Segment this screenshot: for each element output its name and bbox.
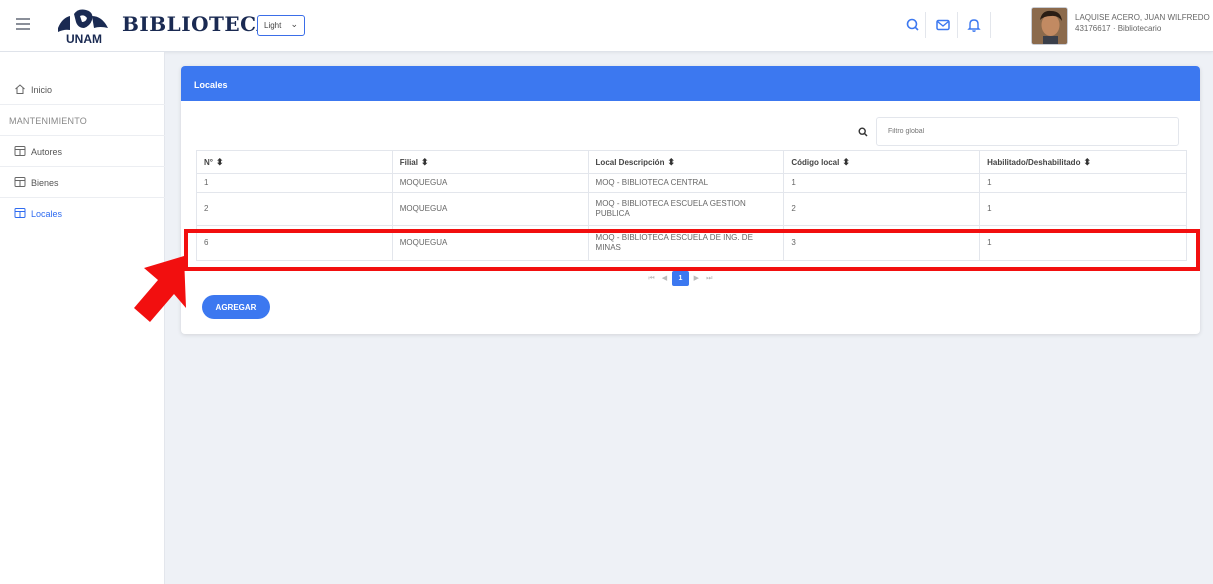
locales-card: Locales N°⬍ Filial⬍ Local Descripción⬍ C… bbox=[181, 66, 1200, 334]
table-row[interactable]: 2 MOQUEGUA MOQ - BIBLIOTECA ESCUELA GEST… bbox=[196, 192, 1187, 226]
column-header-label: N° bbox=[204, 157, 213, 167]
add-button[interactable]: AGREGAR bbox=[202, 295, 270, 319]
sort-icon[interactable]: ⬍ bbox=[667, 157, 675, 167]
column-header-numero[interactable]: N° ⬍ bbox=[196, 150, 393, 174]
column-header-filial[interactable]: Filial ⬍ bbox=[391, 150, 589, 174]
table-cell: MOQ - BIBLIOTECA CENTRAL bbox=[587, 173, 785, 193]
paginator: ⏮ ◀ 1 ▶ ⏭ bbox=[646, 271, 715, 286]
table-cell: 1 bbox=[979, 192, 1187, 226]
sort-icon[interactable]: ⬍ bbox=[842, 157, 850, 167]
prev-page-button[interactable]: ◀ bbox=[659, 274, 670, 282]
header-divider bbox=[925, 12, 926, 38]
menu-icon[interactable] bbox=[16, 18, 30, 30]
user-info: LAQUISE ACERO, JUAN WILFREDO 43176617 · … bbox=[1075, 12, 1210, 34]
theme-select[interactable]: Light ⌄ bbox=[257, 15, 305, 36]
header-divider bbox=[990, 12, 991, 38]
table-header-row: N° ⬍ Filial ⬍ Local Descripción ⬍ Código lo… bbox=[196, 150, 1187, 174]
logo-text: UNAM bbox=[66, 32, 102, 46]
card-title: Locales bbox=[181, 66, 1200, 101]
app-title: BIBLIOTECA bbox=[122, 12, 258, 36]
mail-icon[interactable] bbox=[934, 16, 952, 34]
sidebar-item-label: Autores bbox=[31, 147, 63, 157]
sidebar-item-inicio[interactable]: Inicio bbox=[0, 74, 165, 105]
header-divider bbox=[957, 12, 958, 38]
column-header-label: Habilitado/Deshabilitado bbox=[987, 157, 1081, 167]
column-header-codigo[interactable]: Código local ⬍ bbox=[783, 150, 981, 174]
table-cell: 2 bbox=[783, 192, 981, 226]
highlight-box bbox=[184, 229, 1200, 271]
sidebar-item-label: Bienes bbox=[31, 178, 59, 188]
table-cell: MOQUEGUA bbox=[391, 192, 589, 226]
table-cell: MOQUEGUA bbox=[391, 173, 589, 193]
sidebar-section-label: MANTENIMIENTO bbox=[9, 116, 87, 126]
column-header-label: Filial bbox=[399, 157, 418, 167]
pointer-arrow-icon bbox=[134, 256, 186, 322]
chevron-down-icon: ⌄ bbox=[290, 19, 298, 29]
table-cell: MOQ - BIBLIOTECA ESCUELA GESTION PUBLICA bbox=[587, 192, 785, 226]
global-filter-input[interactable] bbox=[876, 117, 1179, 146]
avatar[interactable] bbox=[1031, 7, 1068, 45]
search-icon bbox=[858, 127, 868, 137]
unam-logo: UNAM bbox=[58, 9, 108, 46]
sidebar-item-label: Inicio bbox=[31, 85, 53, 95]
sidebar-item-locales[interactable]: Locales bbox=[0, 198, 165, 229]
table-cell: 1 bbox=[196, 173, 393, 193]
table-icon bbox=[14, 146, 26, 156]
search-icon[interactable] bbox=[904, 16, 922, 34]
sidebar-item-bienes[interactable]: Bienes bbox=[0, 167, 165, 198]
sidebar-section-mantenimiento: MANTENIMIENTO bbox=[0, 105, 165, 136]
column-header-label: Local Descripción bbox=[595, 157, 665, 167]
table-icon bbox=[14, 177, 26, 187]
sidebar-item-label: Locales bbox=[31, 209, 63, 219]
sort-icon[interactable]: ⬍ bbox=[216, 157, 224, 167]
top-header: UNAM BIBLIOTECA Light ⌄ LAQUISE ACERO, J… bbox=[0, 0, 1213, 52]
column-header-habilitado[interactable]: Habilitado/Deshabilitado ⬍ bbox=[979, 150, 1187, 174]
column-header-descripcion[interactable]: Local Descripción ⬍ bbox=[587, 150, 785, 174]
last-page-button[interactable]: ⏭ bbox=[704, 275, 715, 283]
sort-icon[interactable]: ⬍ bbox=[421, 157, 429, 167]
first-page-button[interactable]: ⏮ bbox=[646, 275, 657, 283]
column-header-label: Código local bbox=[791, 157, 840, 167]
user-name: LAQUISE ACERO, JUAN WILFREDO bbox=[1075, 13, 1210, 22]
home-icon bbox=[15, 84, 25, 94]
table-row[interactable]: 1 MOQUEGUA MOQ - BIBLIOTECA CENTRAL 1 1 bbox=[196, 173, 1187, 193]
user-meta: 43176617 · Bibliotecario bbox=[1075, 24, 1162, 33]
theme-select-value: Light bbox=[264, 21, 282, 30]
table-cell: 1 bbox=[979, 173, 1187, 193]
table-cell: 1 bbox=[783, 173, 981, 193]
table-cell: 2 bbox=[196, 192, 393, 226]
next-page-button[interactable]: ▶ bbox=[691, 274, 702, 282]
sort-icon[interactable]: ⬍ bbox=[1083, 157, 1091, 167]
table-icon bbox=[14, 208, 26, 218]
sidebar-item-autores[interactable]: Autores bbox=[0, 136, 165, 167]
page-button-current[interactable]: 1 bbox=[671, 271, 689, 286]
bell-icon[interactable] bbox=[965, 16, 983, 34]
